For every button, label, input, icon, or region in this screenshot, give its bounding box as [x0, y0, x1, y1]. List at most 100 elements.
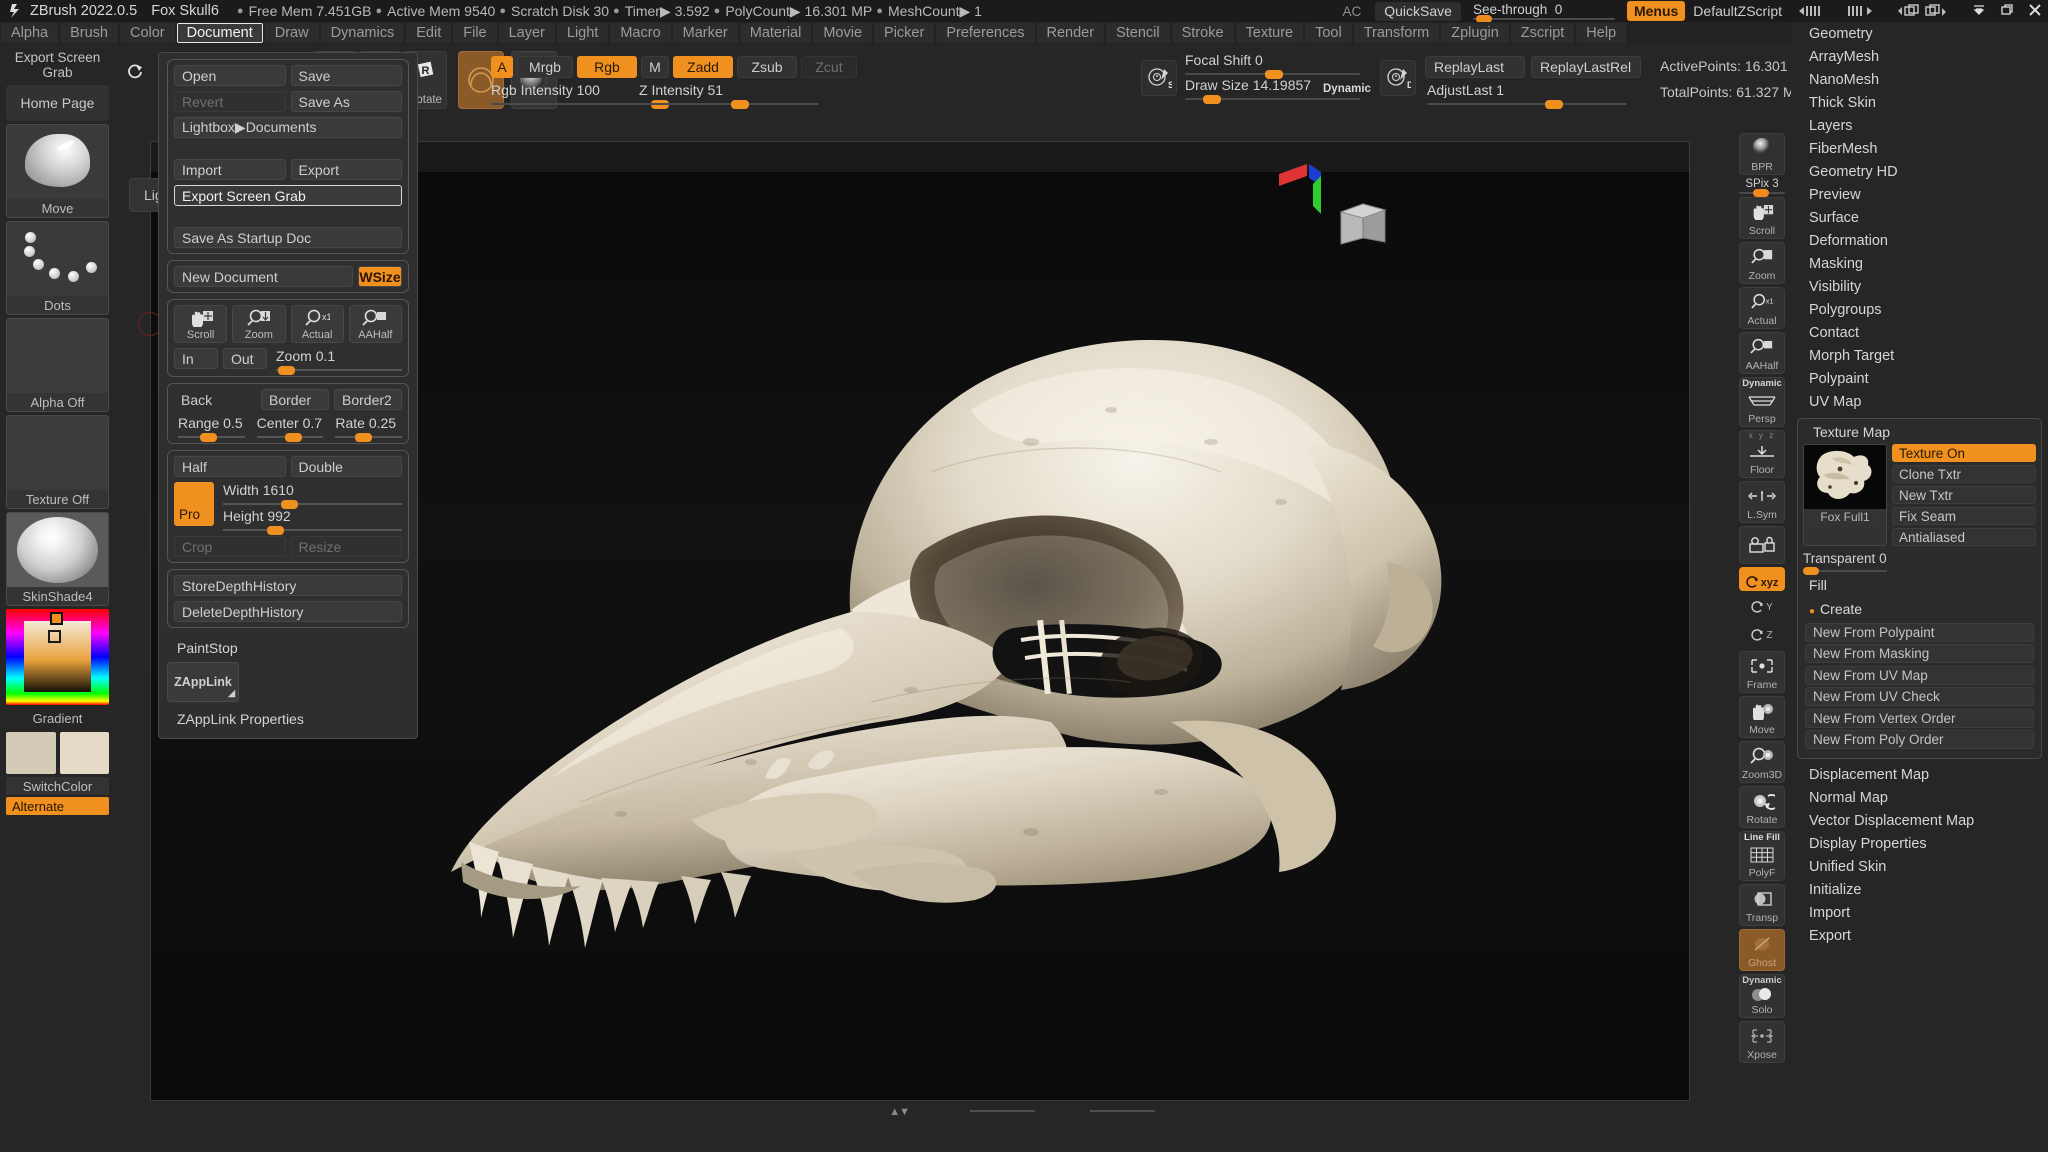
rail-floor-button[interactable]: x y z Floor	[1739, 430, 1785, 478]
texture-swatch[interactable]: Texture Off	[6, 415, 109, 509]
home-page-button[interactable]: Home Page	[6, 85, 109, 121]
menu-document[interactable]: Document	[176, 23, 263, 43]
subpalette-display-properties[interactable]: Display Properties	[1791, 833, 2048, 856]
subpalette-preview[interactable]: Preview	[1791, 183, 2048, 206]
menu-file[interactable]: File	[453, 23, 497, 43]
color-pair[interactable]	[6, 732, 109, 774]
rail-frame-button[interactable]: Frame	[1739, 651, 1785, 693]
mode-zsub-button[interactable]: Zsub	[737, 56, 797, 78]
scroll-arrows-icon[interactable]: ▲▼	[889, 1106, 910, 1118]
zapplink-properties-label[interactable]: ZAppLink Properties	[159, 705, 417, 730]
pro-button[interactable]: Pro	[174, 482, 214, 526]
replay-last-rel-button[interactable]: ReplayLastRel	[1531, 56, 1641, 78]
zoom-slider[interactable]: Zoom 0.1	[272, 348, 402, 375]
zoom-tool-button[interactable]: Zoom	[232, 305, 286, 343]
revert-button[interactable]: Revert	[174, 91, 286, 112]
subpalette-fibermesh[interactable]: FiberMesh	[1791, 137, 2048, 160]
rail-scroll-button[interactable]: Scroll	[1739, 197, 1785, 239]
clone-txtr-button[interactable]: Clone Txtr	[1892, 465, 2036, 483]
subpalette-deformation[interactable]: Deformation	[1791, 229, 2048, 252]
menu-zscript[interactable]: Zscript	[1510, 23, 1575, 43]
antialiased-button[interactable]: Antialiased	[1892, 528, 2036, 546]
subpalette-layers[interactable]: Layers	[1791, 114, 2048, 137]
gradient-label[interactable]: Gradient	[0, 708, 115, 729]
range-slider[interactable]: Range 0.5	[174, 415, 245, 442]
alternate-button[interactable]: Alternate	[6, 797, 109, 815]
subpalette-contact[interactable]: Contact	[1791, 321, 2048, 344]
menu-material[interactable]: Material	[739, 23, 812, 43]
bpr-render-button[interactable]: BPR	[1739, 133, 1785, 175]
subpalette-geometry-hd[interactable]: Geometry HD	[1791, 160, 2048, 183]
transparent-slider[interactable]: Transparent 0	[1803, 550, 1887, 575]
menus-toggle-button[interactable]: Menus	[1626, 1, 1686, 21]
height-slider[interactable]: Height 992	[219, 508, 402, 535]
subpalette-export[interactable]: Export	[1791, 925, 2048, 948]
menu-dynamics[interactable]: Dynamics	[320, 23, 405, 43]
texture-thumb[interactable]: Fox Full1	[1803, 444, 1887, 546]
back-button[interactable]: Back	[174, 389, 256, 410]
create-new-from-uv-map[interactable]: New From UV Map	[1805, 665, 2034, 685]
create-new-from-masking[interactable]: New From Masking	[1805, 644, 2034, 663]
rail-ghost-button[interactable]: Ghost	[1739, 929, 1785, 971]
menu-help[interactable]: Help	[1576, 23, 1627, 43]
subpalette-initialize[interactable]: Initialize	[1791, 879, 2048, 902]
menu-preferences[interactable]: Preferences	[936, 23, 1035, 43]
dynamic-label[interactable]: Dynamic	[1323, 83, 1371, 95]
border2-button[interactable]: Border2	[334, 389, 402, 410]
import-button[interactable]: Import	[174, 159, 286, 180]
rail-polyframe-button[interactable]: Line Fill PolyF	[1739, 831, 1785, 881]
menu-alpha[interactable]: Alpha	[1, 23, 59, 43]
subpalette-normal-map[interactable]: Normal Map	[1791, 787, 2048, 810]
menu-movie[interactable]: Movie	[813, 23, 873, 43]
scroll-tool-button[interactable]: Scroll	[174, 305, 228, 343]
subpalette-morph-target[interactable]: Morph Target	[1791, 344, 2048, 367]
fix-seam-button[interactable]: Fix Seam	[1892, 507, 2036, 525]
rail-lsym-button[interactable]: L.Sym	[1739, 481, 1785, 523]
width-slider[interactable]: Width 1610	[219, 482, 402, 509]
primary-color-swatch[interactable]	[6, 732, 56, 774]
see-through-slider[interactable]: See-through 0	[1472, 2, 1615, 23]
rail-actual-button[interactable]: x1 Actual	[1739, 287, 1785, 329]
menu-texture[interactable]: Texture	[1235, 23, 1304, 43]
menu-stencil[interactable]: Stencil	[1106, 23, 1170, 43]
rate-slider[interactable]: Rate 0.25	[331, 415, 403, 442]
subpalette-uv-map[interactable]: UV Map	[1791, 390, 2048, 413]
menu-color[interactable]: Color	[119, 23, 175, 43]
resize-button[interactable]: Resize	[290, 536, 402, 557]
brush-swatch[interactable]: Move	[6, 124, 109, 218]
rotate-z-button[interactable]: Z	[1739, 622, 1785, 648]
half-button[interactable]: Half	[174, 456, 286, 477]
create-new-from-uv-check[interactable]: New From UV Check	[1805, 687, 2034, 706]
mode-m-button[interactable]: M	[641, 56, 669, 78]
mode-rgb-button[interactable]: Rgb	[577, 56, 637, 78]
save-as-button[interactable]: Save As	[290, 91, 402, 112]
export-button[interactable]: Export	[290, 159, 402, 180]
default-zscript-label[interactable]: DefaultZScript	[1693, 3, 1782, 19]
color-picker[interactable]	[6, 609, 109, 705]
brush-size-s-button[interactable]: S	[1141, 60, 1177, 96]
mode-a-button[interactable]: A	[491, 56, 513, 78]
brush-size-d-button[interactable]: D	[1380, 60, 1416, 96]
subpalette-polygroups[interactable]: Polygroups	[1791, 298, 2048, 321]
zoom-out-button[interactable]: Out	[223, 348, 267, 369]
rail-move-button[interactable]: Move	[1739, 696, 1785, 738]
mode-zadd-button[interactable]: Zadd	[673, 56, 733, 78]
spix-slider[interactable]: SPix 3	[1739, 178, 1785, 197]
material-swatch[interactable]: SkinShade4	[6, 512, 109, 606]
create-section[interactable]: ● Create	[1803, 596, 2036, 620]
canvas-horizontal-scroll[interactable]: ▲▼	[150, 1106, 1690, 1118]
subpalette-arraymesh[interactable]: ArrayMesh	[1791, 45, 2048, 68]
menu-brush[interactable]: Brush	[60, 23, 118, 43]
texture-on-button[interactable]: Texture On	[1892, 444, 2036, 462]
quicksave-button[interactable]: QuickSave	[1375, 1, 1461, 21]
subpalette-unified-skin[interactable]: Unified Skin	[1791, 856, 2048, 879]
switch-color-button[interactable]: SwitchColor	[6, 777, 109, 795]
subpalette-polypaint[interactable]: Polypaint	[1791, 367, 2048, 390]
delete-depth-history-button[interactable]: DeleteDepthHistory	[174, 601, 402, 622]
create-new-from-poly-order[interactable]: New From Poly Order	[1805, 730, 2034, 749]
replay-last-button[interactable]: ReplayLast	[1425, 56, 1525, 78]
document-menu-dropdown[interactable]: Open Save Revert Save As Lightbox▶Docume…	[128, 52, 418, 739]
adjust-last-slider[interactable]: AdjustLast 1	[1427, 82, 1627, 109]
center-slider[interactable]: Center 0.7	[253, 415, 324, 442]
new-txtr-button[interactable]: New Txtr	[1892, 486, 2036, 504]
